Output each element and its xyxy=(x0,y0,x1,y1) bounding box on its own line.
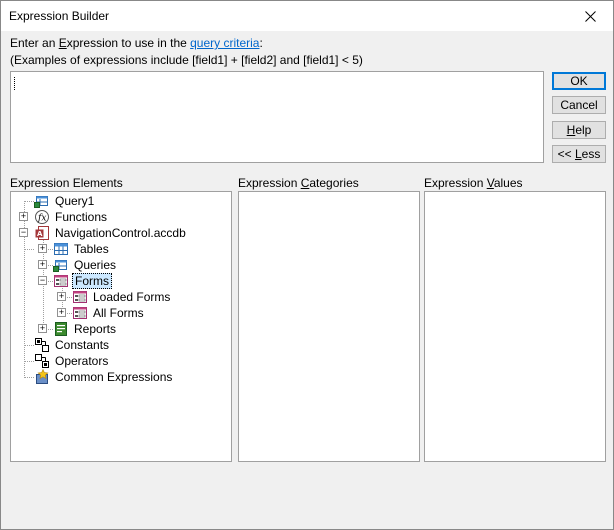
expression-builder-dialog: Expression Builder Enter an Expression t… xyxy=(0,0,614,530)
collapse-database-toggle[interactable]: − xyxy=(19,228,28,237)
tree-item-constants[interactable]: Constants xyxy=(34,337,111,353)
query-icon xyxy=(34,196,48,208)
expand-functions-toggle[interactable]: + xyxy=(19,212,28,221)
tree-item-label: NavigationControl.accdb xyxy=(55,226,186,240)
expand-tables-toggle[interactable]: + xyxy=(38,244,47,253)
collapse-forms-toggle[interactable]: − xyxy=(38,276,47,285)
tree-item-label: Common Expressions xyxy=(55,370,173,384)
svg-text:fx: fx xyxy=(37,214,46,224)
svg-text:A: A xyxy=(37,230,43,238)
tree-item-label: Queries xyxy=(74,258,117,272)
tree-item-label: All Forms xyxy=(93,306,144,320)
values-label-rest: alues xyxy=(493,176,523,190)
prompt-text: Enter an Expression to use in the query … xyxy=(10,36,263,50)
categories-label-rest: ategories xyxy=(309,176,359,190)
tree-item-queries[interactable]: Queries xyxy=(53,257,118,273)
expression-input[interactable] xyxy=(10,71,544,163)
expand-reports-toggle[interactable]: + xyxy=(38,324,47,333)
expand-queries-toggle[interactable]: + xyxy=(38,260,47,269)
prompt-suffix: : xyxy=(259,36,263,50)
constants-icon xyxy=(35,338,49,352)
less-accel: L xyxy=(574,147,582,161)
tree-item-tables[interactable]: Tables xyxy=(53,241,111,257)
plus-icon: + xyxy=(39,323,46,333)
cancel-button[interactable]: Cancel xyxy=(552,96,606,114)
examples-text: (Examples of expressions include [field1… xyxy=(10,53,363,67)
values-label-accel: V xyxy=(486,176,494,190)
form-icon xyxy=(54,275,68,287)
tree-item-label: Operators xyxy=(55,354,109,368)
help-button[interactable]: Help xyxy=(552,121,606,139)
expand-loaded-forms-toggle[interactable]: + xyxy=(57,292,66,301)
tree-item-database[interactable]: A NavigationControl.accdb xyxy=(34,225,188,241)
tree-item-query1[interactable]: Query1 xyxy=(34,193,96,209)
expression-categories-pane[interactable] xyxy=(238,191,420,462)
text-cursor xyxy=(14,77,15,90)
plus-icon: + xyxy=(39,243,46,253)
categories-label-pre: Expression xyxy=(238,176,301,190)
tree-item-label: Constants xyxy=(55,338,110,352)
elements-label: Expression Elements xyxy=(10,176,123,190)
minus-icon: − xyxy=(20,227,27,237)
expression-values-pane[interactable] xyxy=(424,191,606,462)
window-title: Expression Builder xyxy=(9,9,110,23)
tree-item-label: Tables xyxy=(74,242,109,256)
tree-item-label: Forms xyxy=(72,273,112,289)
tree-item-functions[interactable]: fx Functions xyxy=(34,209,109,225)
less-button[interactable]: << Less xyxy=(552,145,606,163)
tree-item-label: Functions xyxy=(55,210,108,224)
prompt-accel: E xyxy=(58,36,67,50)
common-expressions-icon xyxy=(36,369,49,384)
plus-icon: + xyxy=(58,291,65,301)
prompt-mid: xpression to use in the xyxy=(66,36,191,50)
tree-item-reports[interactable]: Reports xyxy=(53,321,118,337)
form-icon xyxy=(73,307,87,319)
minus-icon: − xyxy=(39,275,46,285)
title-bar: Expression Builder xyxy=(1,1,613,31)
elements-tree: Query1 + fx Functions − A NavigationCont… xyxy=(10,191,232,462)
report-icon xyxy=(55,322,67,336)
less-prefix: << xyxy=(557,147,575,161)
tree-item-common-expressions[interactable]: Common Expressions xyxy=(34,369,174,385)
query-criteria-link[interactable]: query criteria xyxy=(190,36,259,50)
ok-button[interactable]: OK xyxy=(552,72,606,90)
tree-item-label: Query1 xyxy=(55,194,95,208)
tree-item-forms[interactable]: Forms xyxy=(53,273,112,289)
values-label: Expression Values xyxy=(424,176,523,190)
query-icon xyxy=(53,260,67,272)
plus-icon: + xyxy=(39,259,46,269)
tree-item-all-forms[interactable]: All Forms xyxy=(72,305,146,321)
expand-all-forms-toggle[interactable]: + xyxy=(57,308,66,317)
help-accel: H xyxy=(566,123,576,137)
tree-item-label: Reports xyxy=(74,322,117,336)
prompt-prefix: Enter an xyxy=(10,36,59,50)
close-icon xyxy=(584,10,596,22)
tree-item-loaded-forms[interactable]: Loaded Forms xyxy=(72,289,172,305)
plus-icon: + xyxy=(20,211,27,221)
values-label-pre: Expression xyxy=(424,176,487,190)
help-rest: elp xyxy=(575,123,592,137)
operators-icon xyxy=(35,354,49,368)
form-icon xyxy=(73,291,87,303)
close-button[interactable] xyxy=(567,1,613,31)
tree-item-label: Loaded Forms xyxy=(93,290,171,304)
function-icon: fx xyxy=(35,210,49,224)
plus-icon: + xyxy=(58,307,65,317)
less-rest: ess xyxy=(581,147,601,161)
tree-item-operators[interactable]: Operators xyxy=(34,353,110,369)
access-database-icon: A xyxy=(35,226,49,240)
categories-label: Expression Categories xyxy=(238,176,359,190)
table-icon xyxy=(54,243,68,255)
